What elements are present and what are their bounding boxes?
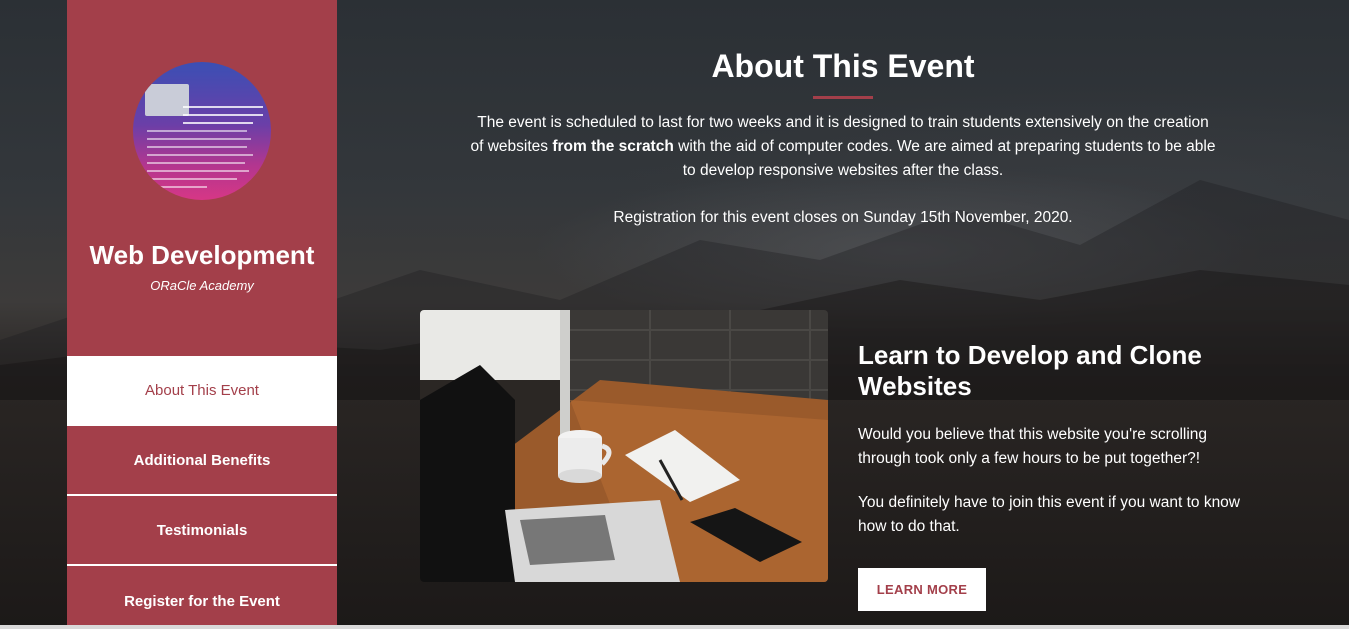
section-title: About This Event [711, 48, 975, 84]
nav-item-testimonials[interactable]: Testimonials [67, 496, 337, 566]
site-subtitle: ORaCle Academy [150, 278, 254, 293]
feature-paragraph-2: You definitely have to join this event i… [858, 494, 1240, 535]
laptop-desk-photo [420, 310, 828, 582]
site-title: Web Development [89, 240, 315, 270]
learn-more-button[interactable]: LEARN MORE [858, 568, 986, 611]
nav-item-about-this-event[interactable]: About This Event [67, 356, 337, 426]
event-flyer-logo [133, 62, 271, 200]
horizontal-scrollbar[interactable] [0, 625, 1349, 629]
intro-paragraph: The event is scheduled to last for two w… [470, 111, 1216, 183]
intro-text-bold: from the scratch [552, 138, 674, 155]
nav-item-register[interactable]: Register for the Event [67, 566, 337, 629]
sidebar-nav: About This Event Additional Benefits Tes… [67, 356, 337, 629]
registration-note: Registration for this event closes on Su… [613, 209, 1073, 226]
title-underline [813, 96, 873, 99]
feature-paragraph-1: Would you believe that this website you'… [858, 426, 1208, 467]
nav-item-additional-benefits[interactable]: Additional Benefits [67, 426, 337, 496]
sidebar: Web Development ORaCle Academy About Thi… [67, 0, 337, 629]
feature-title: Learn to Develop and Clone Websites [858, 340, 1202, 401]
intro-text-end: with the aid of computer codes. We are a… [673, 138, 1216, 179]
